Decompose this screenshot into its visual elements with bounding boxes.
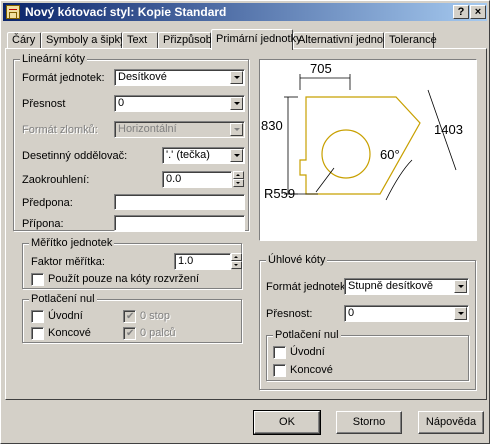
trailing-zero-label: Koncové — [48, 327, 91, 339]
dim-radius-text: R559 — [264, 186, 296, 201]
layout-only-label: Použít pouze na kóty rozvržení — [48, 273, 200, 285]
angular-precision-value: 0 — [348, 307, 355, 319]
angular-trailing-zero-label: Koncové — [290, 364, 333, 376]
dialog-window: Nový kótovací styl: Kopie Standard ? × Č… — [0, 0, 490, 444]
angular-dims-group: Úhlové kóty Formát jednotek: Stupně desí… — [259, 254, 476, 390]
angular-unit-format-select[interactable]: Stupně desítkově — [344, 278, 469, 295]
tab-panel: Lineární kóty Formát jednotek: Desítkové… — [5, 48, 487, 400]
tab-symbols-arrows[interactable]: Symboly a šipky — [41, 32, 125, 49]
checkmark-icon: ✔ — [126, 328, 135, 339]
trailing-zero-checkbox[interactable] — [31, 327, 44, 340]
unit-format-label: Formát jednotek: — [22, 72, 105, 84]
leading-zero-label: Úvodní — [48, 310, 83, 322]
tab-text[interactable]: Text — [122, 32, 158, 49]
suffix-input[interactable] — [114, 215, 245, 231]
roundoff-input[interactable]: 0.0 — [162, 171, 232, 188]
dim-angle-text: 60° — [380, 147, 400, 162]
suffix-label: Přípona: — [22, 218, 64, 230]
title-bar[interactable]: Nový kótovací styl: Kopie Standard ? × — [3, 3, 487, 21]
dimension-preview: 705 830 1403 60° R559 — [259, 59, 477, 241]
chevron-down-icon[interactable] — [454, 280, 467, 293]
feet-zero-label: 0 stop — [140, 310, 170, 322]
angular-leading-zero-checkbox[interactable] — [273, 346, 286, 359]
roundoff-spinner[interactable] — [233, 171, 244, 188]
window-title: Nový kótovací styl: Kopie Standard — [25, 5, 227, 19]
tab-tolerance[interactable]: Tolerance — [384, 32, 437, 49]
zero-suppression-linear-legend: Potlačení nul — [29, 293, 97, 305]
cancel-button[interactable]: Storno — [336, 411, 402, 434]
zero-suppression-angular-group: Potlačení nul Úvodní Koncové — [266, 329, 469, 381]
zero-suppression-angular-legend: Potlačení nul — [273, 329, 341, 341]
checkmark-icon: ✔ — [126, 311, 135, 322]
inches-zero-label: 0 palců — [140, 327, 176, 339]
ok-button[interactable]: OK — [253, 410, 321, 435]
precision-label: Přesnost — [22, 98, 66, 110]
scale-factor-input[interactable]: 1.0 — [174, 253, 231, 270]
angular-leading-zero-label: Úvodní — [290, 346, 325, 358]
chevron-down-icon[interactable] — [230, 97, 243, 110]
close-icon[interactable]: × — [470, 5, 486, 19]
chevron-down-icon[interactable] — [230, 123, 243, 136]
prefix-input[interactable] — [114, 194, 245, 210]
angular-trailing-zero-checkbox[interactable] — [273, 364, 286, 377]
tab-fit[interactable]: Přizpůsobit — [158, 32, 217, 49]
measurement-scale-group: Měřítko jednotek Faktor měřítka: 1.0 Pou… — [22, 237, 242, 289]
help-title-button[interactable]: ? — [453, 5, 469, 19]
chevron-down-icon[interactable] — [230, 149, 243, 162]
dimension-style-icon — [6, 5, 20, 19]
prefix-label: Předpona: — [22, 197, 73, 209]
roundoff-label: Zaokrouhlení: — [22, 174, 90, 186]
help-button[interactable]: Nápověda — [418, 411, 484, 434]
tab-lines[interactable]: Čáry — [7, 32, 41, 49]
precision-value: 0 — [118, 97, 125, 109]
decimal-separator-label: Desetinný oddělovač: — [22, 150, 128, 162]
inches-zero-checkbox[interactable]: ✔ — [123, 327, 136, 340]
angular-unit-format-label: Formát jednotek: — [266, 281, 349, 293]
dim-right-text: 1403 — [434, 122, 463, 137]
scale-factor-label: Faktor měřítka: — [31, 256, 105, 268]
tab-alternate-units[interactable]: Alternativní jednotky — [293, 32, 397, 49]
chevron-down-icon[interactable] — [230, 71, 243, 84]
angular-precision-select[interactable]: 0 — [344, 305, 469, 322]
scale-factor-spinner[interactable] — [231, 253, 242, 270]
fraction-format-value: Horizontální — [118, 123, 177, 135]
layout-only-checkbox[interactable] — [31, 273, 44, 286]
zero-suppression-linear-group: Potlačení nul Úvodní ✔ 0 stop Koncové ✔ … — [22, 293, 242, 343]
chevron-down-icon[interactable] — [454, 307, 467, 320]
unit-format-value: Desítkové — [118, 71, 167, 83]
part-outline — [299, 96, 421, 195]
part-circle — [321, 129, 371, 179]
decimal-separator-value: '.' (tečka) — [166, 149, 210, 161]
feet-zero-checkbox[interactable]: ✔ — [123, 310, 136, 323]
linear-dims-legend: Lineární kóty — [20, 53, 87, 65]
preview-drawing — [284, 74, 457, 201]
dim-left-text: 830 — [261, 118, 283, 133]
linear-dims-group: Lineární kóty Formát jednotek: Desítkové… — [13, 53, 249, 231]
fraction-format-label: Formát zlomků: — [22, 124, 98, 136]
angular-dims-legend: Úhlové kóty — [266, 254, 328, 266]
fraction-format-select[interactable]: Horizontální — [114, 121, 245, 138]
measurement-scale-legend: Měřítko jednotek — [29, 237, 115, 249]
unit-format-select[interactable]: Desítkové — [114, 69, 245, 86]
tab-primary-units[interactable]: Primární jednotky — [211, 29, 302, 50]
leading-zero-checkbox[interactable] — [31, 310, 44, 323]
precision-select[interactable]: 0 — [114, 95, 245, 112]
angular-precision-label: Přesnost: — [266, 308, 313, 320]
angular-unit-format-value: Stupně desítkově — [348, 280, 434, 292]
dim-top-text: 705 — [310, 61, 332, 76]
decimal-separator-select[interactable]: '.' (tečka) — [162, 147, 245, 164]
